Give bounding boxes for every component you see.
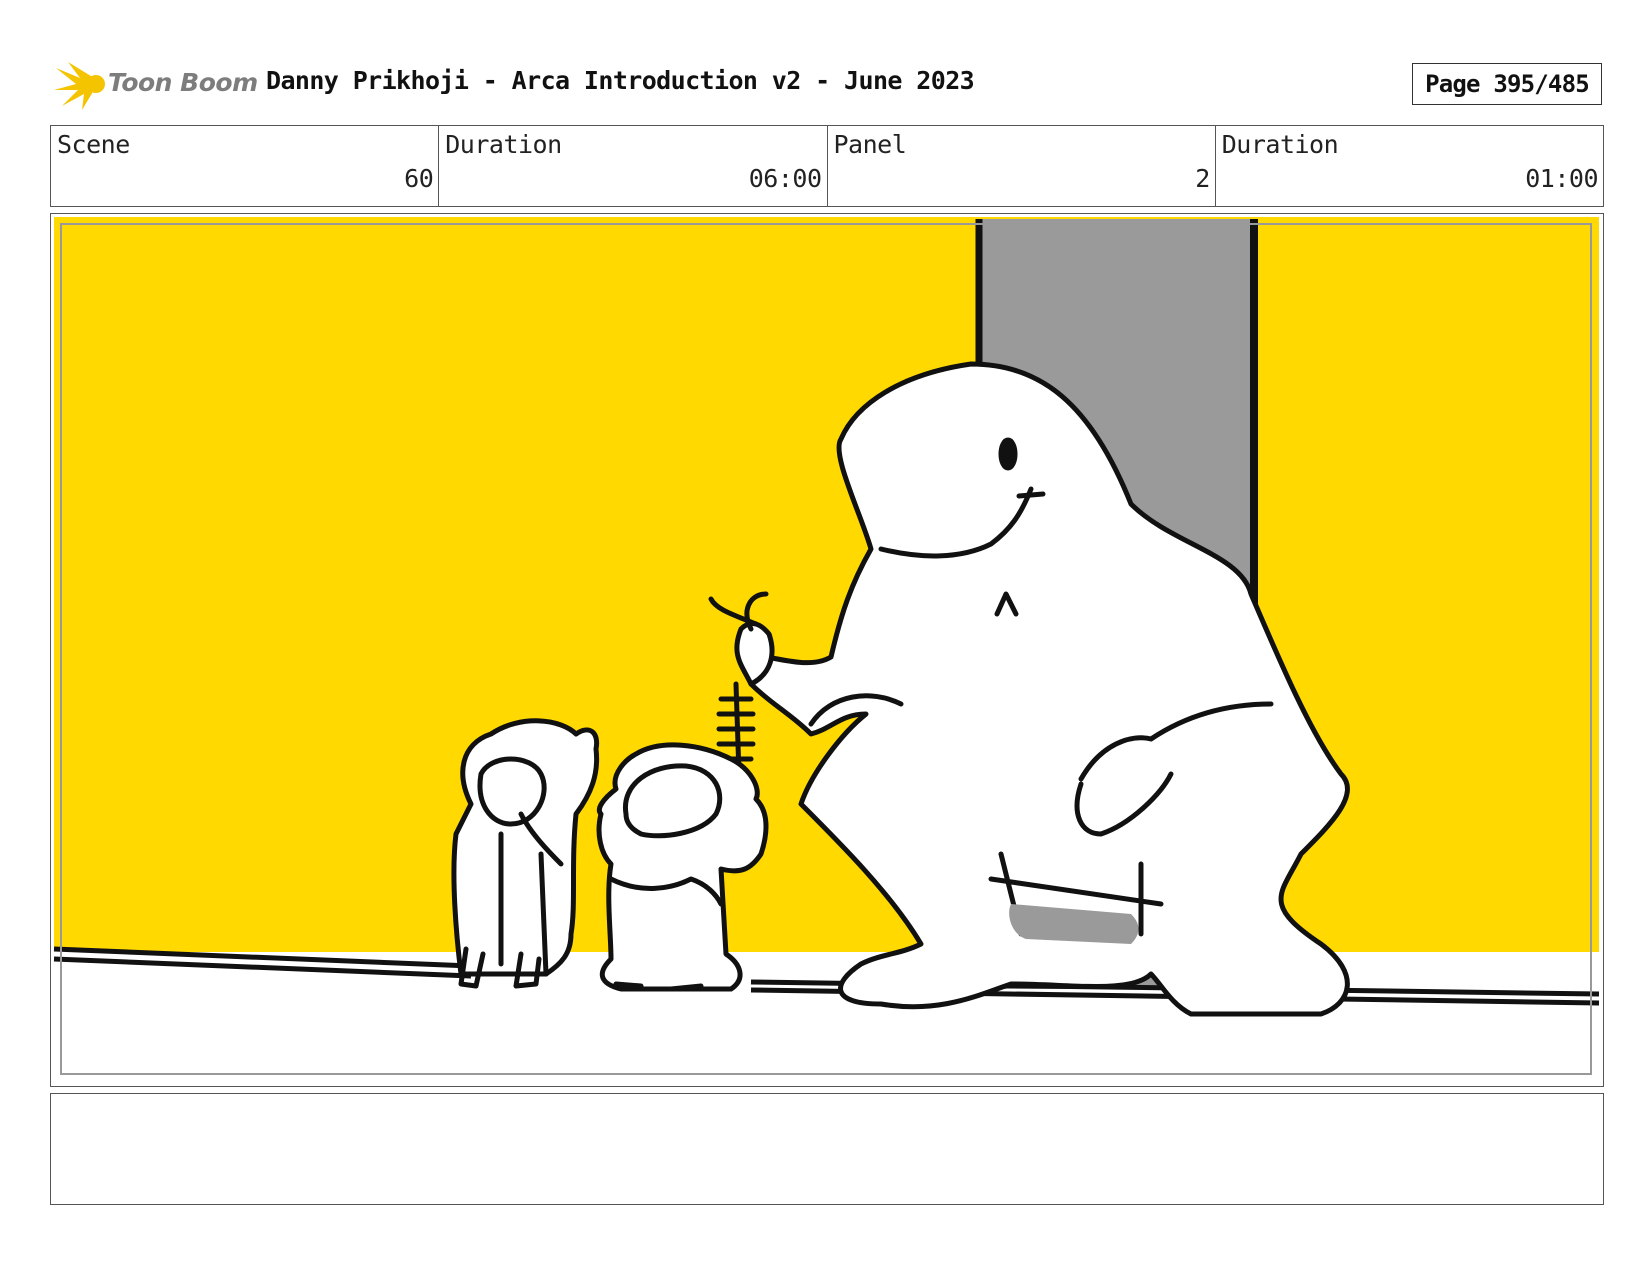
- panel-label: Panel: [833, 130, 907, 159]
- panel-duration-cell: Duration 01:00: [1216, 126, 1603, 206]
- toon-boom-logo: Toon Boom: [54, 56, 258, 112]
- panel-sketch: [53, 217, 1600, 1085]
- scene-label: Scene: [57, 130, 130, 159]
- document-title: Danny Prikhoji - Arca Introduction v2 - …: [266, 66, 975, 95]
- page-number: Page 395/485: [1412, 63, 1602, 105]
- scene-cell: Scene 60: [51, 126, 440, 206]
- starburst-icon: [54, 62, 105, 110]
- panel-notes-box: [50, 1093, 1604, 1205]
- panel-value: 2: [1195, 164, 1210, 193]
- small-creature-right: [596, 742, 769, 992]
- storyboard-panel: [50, 213, 1604, 1087]
- wall: [54, 217, 1599, 952]
- panel-duration-label: Duration: [1221, 130, 1339, 159]
- scene-duration-label: Duration: [445, 130, 562, 159]
- scene-value: 60: [404, 164, 434, 193]
- scene-duration-value: 06:00: [748, 164, 822, 193]
- panel-cell: Panel 2: [828, 126, 1216, 206]
- scene-duration-cell: Duration 06:00: [439, 126, 828, 206]
- panel-duration-value: 01:00: [1525, 164, 1598, 193]
- logo-text: Toon Boom: [108, 68, 258, 97]
- panel-info-table: Scene 60 Duration 06:00 Panel 2 Duration…: [50, 125, 1604, 207]
